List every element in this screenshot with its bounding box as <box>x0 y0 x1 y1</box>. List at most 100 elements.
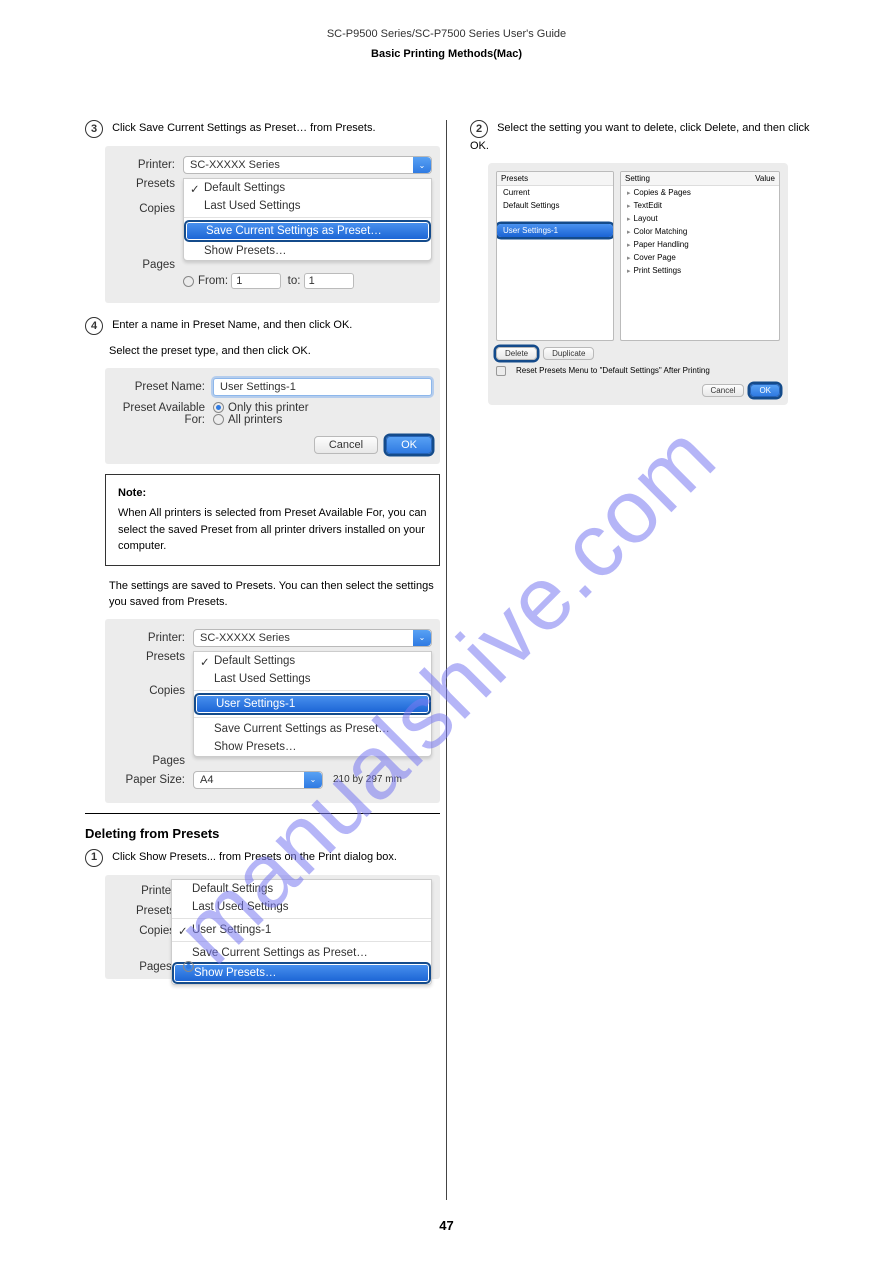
section-divider <box>85 813 440 814</box>
print-panel-4: Default Settings Last Used Settings User… <box>105 875 440 979</box>
menu-last-used[interactable]: Last Used Settings <box>184 197 431 215</box>
menu4-default[interactable]: Default Settings <box>172 880 431 898</box>
page-number: 47 <box>0 1218 893 1233</box>
chevron-down-icon: ⌄ <box>413 630 431 646</box>
step-4: 4 Enter a name in Preset Name, and then … <box>85 317 440 335</box>
preset-name-field[interactable]: User Settings-1 <box>213 378 432 396</box>
menu-show-presets[interactable]: Show Presets… <box>184 242 431 260</box>
preset-item-user[interactable]: User Settings-1 <box>497 224 613 237</box>
delete-button[interactable]: Delete <box>496 347 537 360</box>
ok-button[interactable]: OK <box>386 436 432 454</box>
setting-paper-handling[interactable]: ▸Paper Handling <box>621 238 779 251</box>
menu3-show[interactable]: Show Presets… <box>194 738 431 756</box>
preset-available-label: Preset Available For: <box>113 402 205 426</box>
all-printers-radio[interactable] <box>213 414 224 425</box>
triangle-icon: ▸ <box>627 267 631 275</box>
presets-menu: Default Settings Last Used Settings Save… <box>183 178 432 261</box>
saved-text: The settings are saved to Presets. You c… <box>109 578 440 611</box>
delete-step-2-number: 2 <box>470 120 488 138</box>
presets-listbox: Presets Current Default Settings User Se… <box>496 171 614 341</box>
show-presets-window: Presets Current Default Settings User Se… <box>488 163 788 405</box>
setting-cover-page[interactable]: ▸Cover Page <box>621 251 779 264</box>
copies-label: Copies <box>113 203 175 215</box>
deleting-heading: Deleting from Presets <box>85 826 440 841</box>
pages-all-radio[interactable] <box>183 961 194 972</box>
print-panel-3: Printer: SC-XXXXX Series ⌄ Presets Defau… <box>105 619 440 803</box>
step-3: 3 Click Save Current Settings as Preset…… <box>85 120 440 138</box>
to-field[interactable]: 1 <box>304 273 354 289</box>
delete-step-1-number: 1 <box>85 849 103 867</box>
menu3-default[interactable]: Default Settings <box>194 652 431 670</box>
value-header: Value <box>755 174 775 183</box>
presets-label-4: Presets <box>113 905 175 917</box>
menu4-save[interactable]: Save Current Settings as Preset… <box>172 944 431 962</box>
from-label: From: <box>198 275 228 287</box>
triangle-icon: ▸ <box>627 254 631 262</box>
triangle-icon: ▸ <box>627 241 631 249</box>
delete-step-1: 1 Click Show Presets... from Presets on … <box>85 849 440 867</box>
print-panel-1: Printer: SC-XXXXX Series ⌄ Presets Defau… <box>105 146 440 303</box>
preset-name-panel: Preset Name: User Settings-1 Preset Avai… <box>105 368 440 464</box>
setting-color-matching[interactable]: ▸Color Matching <box>621 225 779 238</box>
presets-label: Presets <box>113 178 175 190</box>
menu4-last[interactable]: Last Used Settings <box>172 898 431 916</box>
note-body: When All printers is selected from Prese… <box>118 507 427 552</box>
menu-save-preset[interactable]: Save Current Settings as Preset… <box>184 220 431 242</box>
duplicate-button[interactable]: Duplicate <box>543 347 594 360</box>
only-this-printer-radio[interactable] <box>213 402 224 413</box>
printer-label: Printer: <box>113 159 175 171</box>
delete-step-1-text: Click Show Presets... from Presets on th… <box>112 851 397 863</box>
only-this-printer-label: Only this printer <box>228 402 309 414</box>
note-title: Note: <box>118 485 427 502</box>
paper-size-label: Paper Size: <box>113 774 185 786</box>
preset-item-current[interactable]: Current <box>497 186 613 199</box>
from-field[interactable]: 1 <box>231 273 281 289</box>
delete-step-2-text: Select the setting you want to delete, c… <box>470 122 810 152</box>
printer-dropdown-3[interactable]: SC-XXXXX Series ⌄ <box>193 629 432 647</box>
paper-size-dropdown[interactable]: A4 ⌄ <box>193 771 323 789</box>
setting-copies-pages[interactable]: ▸Copies & Pages <box>621 186 779 199</box>
all-printers-label: All printers <box>228 414 282 426</box>
pages-label: Pages <box>113 259 175 271</box>
setting-print-settings[interactable]: ▸Print Settings <box>621 264 779 277</box>
reset-checkbox[interactable] <box>496 366 506 376</box>
step-3-text: Click Save Current Settings as Preset… f… <box>112 122 375 134</box>
triangle-icon: ▸ <box>627 202 631 210</box>
preset-name-label: Preset Name: <box>113 381 205 393</box>
step-4-number: 4 <box>85 317 103 335</box>
sp-ok-button[interactable]: OK <box>750 384 780 397</box>
menu3-save[interactable]: Save Current Settings as Preset… <box>194 720 431 738</box>
pages-from-radio[interactable] <box>183 276 194 287</box>
triangle-icon: ▸ <box>627 189 631 197</box>
pages-label-3: Pages <box>113 755 185 767</box>
sp-cancel-button[interactable]: Cancel <box>702 384 745 397</box>
presets-menu-3: Default Settings Last Used Settings User… <box>193 651 432 757</box>
presets-label-3: Presets <box>113 651 185 663</box>
printer-label-4: Printer <box>113 885 175 897</box>
step-4-text2: Select the preset type, and then click O… <box>109 343 440 360</box>
setting-header: Setting <box>625 174 755 183</box>
preset-item-default[interactable]: Default Settings <box>497 199 613 212</box>
menu4-user[interactable]: User Settings-1 <box>172 921 431 939</box>
cancel-button[interactable]: Cancel <box>314 436 378 454</box>
menu3-last[interactable]: Last Used Settings <box>194 670 431 688</box>
triangle-icon: ▸ <box>627 215 631 223</box>
reset-label: Reset Presets Menu to "Default Settings"… <box>516 366 710 375</box>
menu4-show[interactable]: Show Presets… <box>172 962 431 984</box>
setting-textedit[interactable]: ▸TextEdit <box>621 199 779 212</box>
presets-menu-4: Default Settings Last Used Settings User… <box>171 879 432 985</box>
note-box: Note: When All printers is selected from… <box>105 474 440 566</box>
header-section: Basic Printing Methods(Mac) <box>0 48 893 60</box>
chevron-down-icon: ⌄ <box>304 772 322 788</box>
triangle-icon: ▸ <box>627 228 631 236</box>
header-model: SC-P9500 Series/SC-P7500 Series User's G… <box>0 28 893 40</box>
to-label: to: <box>288 275 301 287</box>
presets-list-header: Presets <box>497 172 613 186</box>
setting-layout[interactable]: ▸Layout <box>621 212 779 225</box>
printer-label-3: Printer: <box>113 632 185 644</box>
menu3-user[interactable]: User Settings-1 <box>194 693 431 715</box>
copies-label-4: Copies <box>113 925 175 937</box>
printer-dropdown[interactable]: SC-XXXXX Series ⌄ <box>183 156 432 174</box>
menu-default-settings[interactable]: Default Settings <box>184 179 431 197</box>
pages-label-4: Pages: <box>113 961 175 973</box>
